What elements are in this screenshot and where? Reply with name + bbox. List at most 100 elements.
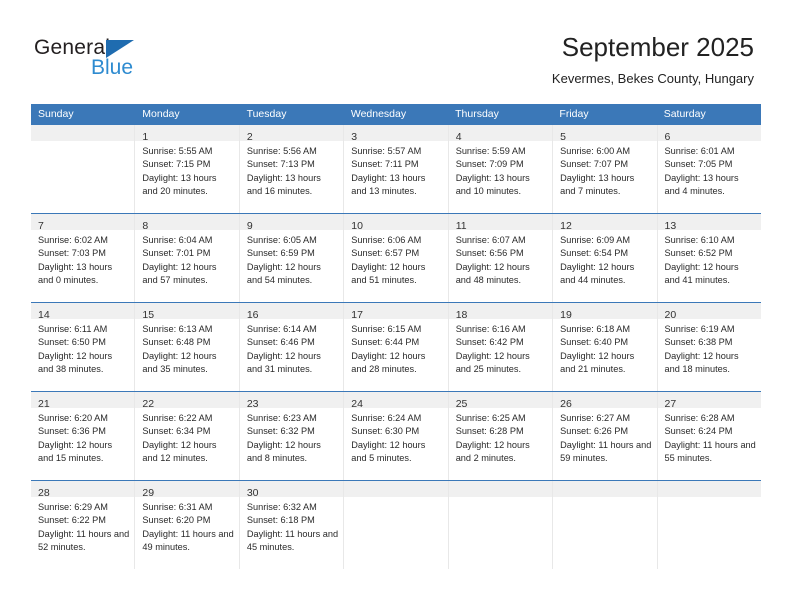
logo-text-blue: Blue [91,56,134,79]
day-cell[interactable]: 13 Sunrise: 6:10 AM Sunset: 6:52 PM Dayligh… [657,214,761,302]
sunrise-text: Sunrise: 6:02 AM [38,235,108,245]
day-cell[interactable]: 24 Sunrise: 6:24 AM Sunset: 6:30 PM Dayligh… [344,392,449,480]
day-cell[interactable]: 14 Sunrise: 6:11 AM Sunset: 6:50 PM Dayligh… [31,303,136,391]
daylight-text: Daylight: 12 hours and 2 minutes. [455,439,530,464]
day-cell[interactable]: 5 Sunrise: 6:00 AM Sunset: 7:07 PM Daylight… [553,125,658,213]
day-number-bar: 19 [553,303,657,321]
calendar-grid: Sunday Monday Tuesday Wednesday Thursday Frid… [31,104,761,569]
day-number: 30 [246,487,259,499]
sun-info: Sunrise: 6:23 AM Sunset: 6:32 PM Daylight:… [240,408,343,466]
day-number: 23 [246,398,259,410]
daylight-text: Daylight: 11 hours and 49 minutes. [142,528,234,553]
sun-info: Sunrise: 5:56 AM Sunset: 7:13 PM Daylight:… [240,141,343,199]
sunset-text: Sunset: 6:57 PM [351,248,420,259]
day-number: 22 [142,398,155,410]
sunset-text: Sunset: 7:13 PM [246,159,315,170]
day-cell[interactable]: 26 Sunrise: 6:27 AM Sunset: 6:26 PM Dayligh… [553,392,658,480]
day-number-bar: 7 [31,214,135,232]
day-cell[interactable]: 8 Sunrise: 6:04 AM Sunset: 7:01 PM Daylight… [135,214,240,302]
daylight-text: Daylight: 12 hours and 12 minutes. [142,439,217,464]
day-number: 1 [142,131,149,143]
day-number-bar: 25 [448,392,553,410]
sunrise-text: Sunrise: 6:32 AM [246,502,317,512]
weekday-header-wednesday: Wednesday [350,108,407,120]
daylight-text: Daylight: 13 hours and 16 minutes. [246,172,321,197]
day-cell[interactable]: 29 Sunrise: 6:31 AM Sunset: 6:20 PM Dayligh… [135,481,240,569]
sunrise-text: Sunrise: 6:29 AM [38,502,108,512]
day-cell[interactable]: 25 Sunrise: 6:25 AM Sunset: 6:28 PM Dayligh… [448,392,554,480]
sunrise-text: Sunrise: 6:05 AM [246,235,317,245]
day-cell[interactable]: 3 Sunrise: 5:57 AM Sunset: 7:11 PM Daylight… [344,125,449,213]
sun-info: Sunrise: 6:13 AM Sunset: 6:48 PM Daylight:… [135,319,238,377]
sunset-text: Sunset: 7:05 PM [664,159,733,170]
day-cell[interactable]: 30 Sunrise: 6:32 AM Sunset: 6:18 PM Dayligh… [239,481,345,569]
sunrise-text: Sunrise: 6:24 AM [351,413,422,423]
sunset-text: Sunset: 6:22 PM [38,515,106,526]
day-cell[interactable]: 10 Sunrise: 6:06 AM Sunset: 6:57 PM Dayligh… [344,214,449,302]
day-cell[interactable]: 17 Sunrise: 6:15 AM Sunset: 6:44 PM Dayligh… [344,303,449,391]
sunset-text: Sunset: 7:11 PM [351,159,419,170]
daylight-text: Daylight: 12 hours and 44 minutes. [560,261,635,286]
day-cell[interactable]: 23 Sunrise: 6:23 AM Sunset: 6:32 PM Dayligh… [239,392,345,480]
day-cell[interactable]: 28 Sunrise: 6:29 AM Sunset: 6:22 PM Dayligh… [31,481,136,569]
sunset-text: Sunset: 6:20 PM [142,515,211,526]
day-number-bar: 22 [135,392,239,410]
weekday-header-row: Sunday Monday Tuesday Wednesday Thursday Frid… [31,104,761,125]
sun-info: Sunrise: 6:20 AM Sunset: 6:36 PM Daylight:… [31,408,134,466]
day-number-bar: 17 [344,303,448,321]
sunset-text: Sunset: 6:18 PM [246,515,315,526]
day-number-bar: 14 [31,303,135,321]
daylight-text: Daylight: 12 hours and 8 minutes. [246,439,321,464]
day-number-bar [448,481,553,497]
daylight-text: Daylight: 12 hours and 51 minutes. [351,261,426,286]
day-cell[interactable]: 21 Sunrise: 6:20 AM Sunset: 6:36 PM Dayligh… [31,392,136,480]
sunrise-text: Sunrise: 6:04 AM [142,235,213,245]
day-cell[interactable]: 2 Sunrise: 5:56 AM Sunset: 7:13 PM Daylight… [239,125,345,213]
day-number-bar: 29 [135,481,239,499]
day-cell[interactable]: 19 Sunrise: 6:18 AM Sunset: 6:40 PM Dayligh… [553,303,658,391]
sun-info: Sunrise: 6:04 AM Sunset: 7:01 PM Daylight:… [135,230,238,288]
day-number: 18 [455,309,468,321]
sunrise-text: Sunrise: 6:11 AM [38,324,108,334]
daylight-text: Daylight: 11 hours and 55 minutes. [664,439,756,464]
day-cell[interactable]: 27 Sunrise: 6:28 AM Sunset: 6:24 PM Dayligh… [657,392,761,480]
daylight-text: Daylight: 13 hours and 13 minutes. [351,172,426,197]
day-cell[interactable]: 4 Sunrise: 5:59 AM Sunset: 7:09 PM Daylight… [448,125,554,213]
sunrise-text: Sunrise: 5:59 AM [455,146,526,156]
day-cell[interactable]: 16 Sunrise: 6:14 AM Sunset: 6:46 PM Dayligh… [239,303,345,391]
daylight-text: Daylight: 11 hours and 45 minutes. [246,528,339,553]
day-cell[interactable]: 9 Sunrise: 6:05 AM Sunset: 6:59 PM Daylight… [239,214,345,302]
sunrise-text: Sunrise: 6:09 AM [560,235,631,245]
sunrise-text: Sunrise: 6:31 AM [142,502,213,512]
sunset-text: Sunset: 6:28 PM [455,426,524,437]
sunset-text: Sunset: 6:50 PM [38,337,106,348]
day-number-bar [344,481,448,497]
day-number: 5 [560,131,566,143]
sunrise-text: Sunrise: 6:22 AM [142,413,213,423]
day-cell[interactable]: 7 Sunrise: 6:02 AM Sunset: 7:03 PM Daylight… [31,214,136,302]
day-cell[interactable]: 22 Sunrise: 6:22 AM Sunset: 6:34 PM Dayligh… [135,392,240,480]
sunrise-text: Sunrise: 6:19 AM [664,324,735,334]
day-cell[interactable]: 1 Sunrise: 5:55 AM Sunset: 7:15 PM Daylight… [135,125,240,213]
day-number: 7 [38,220,44,232]
day-number-bar: 10 [344,214,448,232]
day-cell[interactable]: 20 Sunrise: 6:19 AM Sunset: 6:38 PM Dayligh… [657,303,761,391]
day-cell[interactable]: 18 Sunrise: 6:16 AM Sunset: 6:42 PM Dayligh… [448,303,554,391]
day-number: 21 [38,398,50,410]
day-cell[interactable]: 15 Sunrise: 6:13 AM Sunset: 6:48 PM Dayligh… [135,303,240,391]
sun-info: Sunrise: 6:25 AM Sunset: 6:28 PM Daylight:… [449,408,552,466]
day-number: 13 [664,220,677,232]
day-number: 24 [351,398,363,410]
day-number-bar: 9 [239,214,344,232]
day-cell[interactable]: 12 Sunrise: 6:09 AM Sunset: 6:54 PM Dayligh… [553,214,658,302]
sunrise-text: Sunrise: 6:28 AM [664,413,735,423]
day-number: 8 [142,220,149,232]
sun-info: Sunrise: 6:16 AM Sunset: 6:42 PM Daylight:… [449,319,552,377]
general-blue-logo[interactable]: General Blue [34,36,174,84]
day-number: 4 [455,131,462,143]
week-row: 21 Sunrise: 6:20 AM Sunset: 6:36 PM Dayligh… [31,391,761,480]
day-cell[interactable]: 11 Sunrise: 6:07 AM Sunset: 6:56 PM Dayligh… [448,214,554,302]
sunset-text: Sunset: 6:44 PM [351,337,420,348]
day-cell[interactable]: 6 Sunrise: 6:01 AM Sunset: 7:05 PM Daylight… [657,125,761,213]
day-number-bar [31,125,135,141]
